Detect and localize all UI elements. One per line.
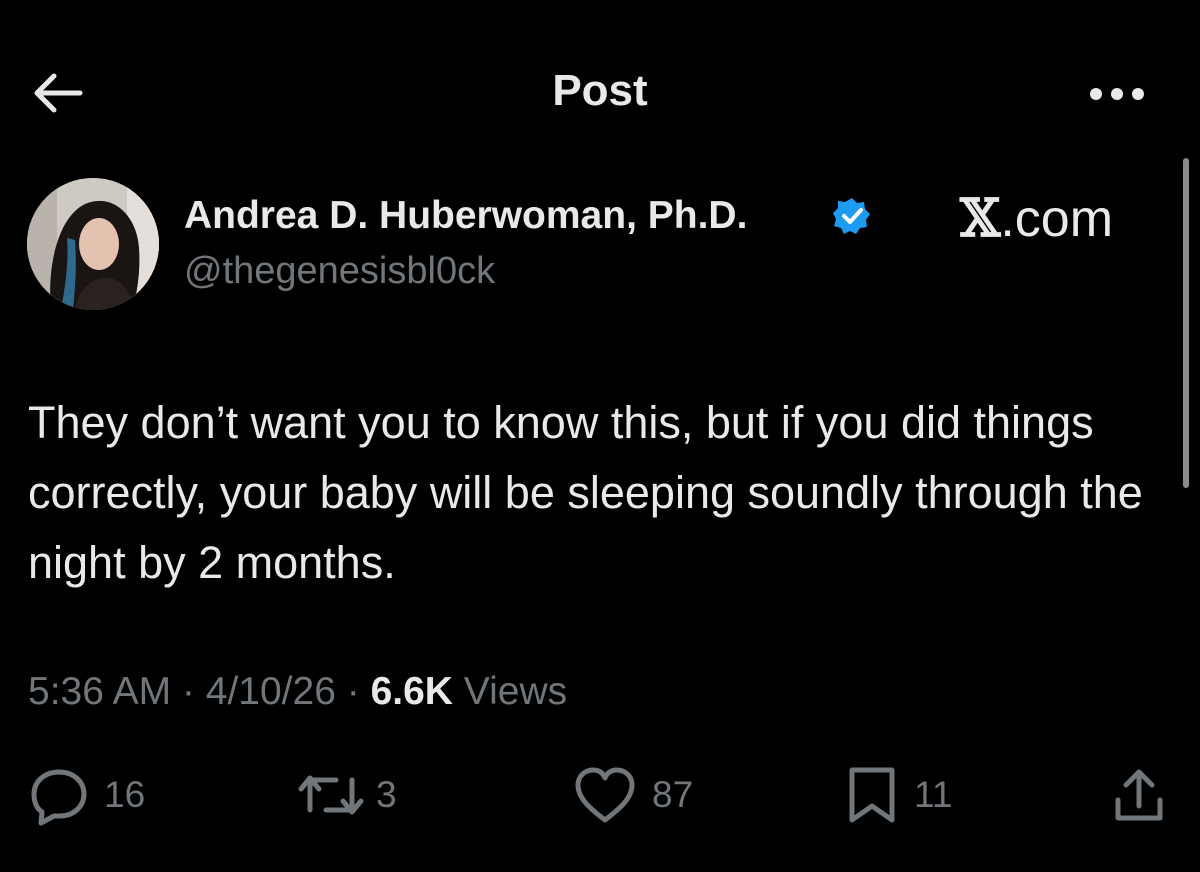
- like-count: 87: [652, 774, 694, 815]
- views-label: Views: [452, 670, 568, 713]
- like-button[interactable]: 87: [572, 760, 693, 830]
- reply-count: 16: [104, 774, 146, 815]
- post-date[interactable]: 4/10/26: [206, 670, 336, 713]
- author-display-name[interactable]: Andrea D. Huberwoman, Ph.D.: [184, 194, 747, 238]
- post-time[interactable]: 5:36 AM: [28, 670, 171, 713]
- author-handle[interactable]: @thegenesisbl0ck: [184, 250, 495, 293]
- post-text: They don’t want you to know this, but if…: [28, 397, 1143, 588]
- more-options-button[interactable]: [1082, 76, 1152, 112]
- repost-button[interactable]: 3: [296, 760, 397, 830]
- repost-count: 3: [376, 774, 397, 815]
- views-count: 6.6K: [370, 670, 453, 713]
- top-bar: Post: [0, 0, 1200, 180]
- bookmark-count: 11: [914, 774, 953, 815]
- reply-icon: [31, 769, 87, 826]
- heart-icon: [575, 767, 635, 823]
- meta-separator: ·: [171, 670, 206, 713]
- verified-badge-icon: [833, 198, 870, 234]
- meta-separator: ·: [335, 670, 371, 713]
- page-title: Post: [552, 66, 648, 115]
- bookmark-icon: [849, 767, 895, 823]
- bookmark-button[interactable]: 11: [844, 760, 952, 830]
- share-button[interactable]: [1108, 760, 1170, 830]
- x-logo-glyph: 𝕏: [960, 188, 1001, 249]
- avatar[interactable]: [27, 178, 159, 310]
- share-icon: [1115, 769, 1163, 821]
- avatar-portrait-icon: [27, 178, 159, 310]
- action-bar: 16 3 87 11: [0, 760, 1200, 830]
- reply-button[interactable]: 16: [28, 760, 145, 830]
- x-com-watermark: 𝕏.com: [960, 188, 1113, 249]
- post-metadata: 5:36 AM · 4/10/26 · 6.6K Views: [28, 670, 567, 714]
- repost-icon: [298, 775, 364, 815]
- scrollbar[interactable]: [1183, 158, 1189, 488]
- watermark-suffix: .com: [1000, 190, 1114, 248]
- more-horizontal-icon: [1090, 88, 1144, 100]
